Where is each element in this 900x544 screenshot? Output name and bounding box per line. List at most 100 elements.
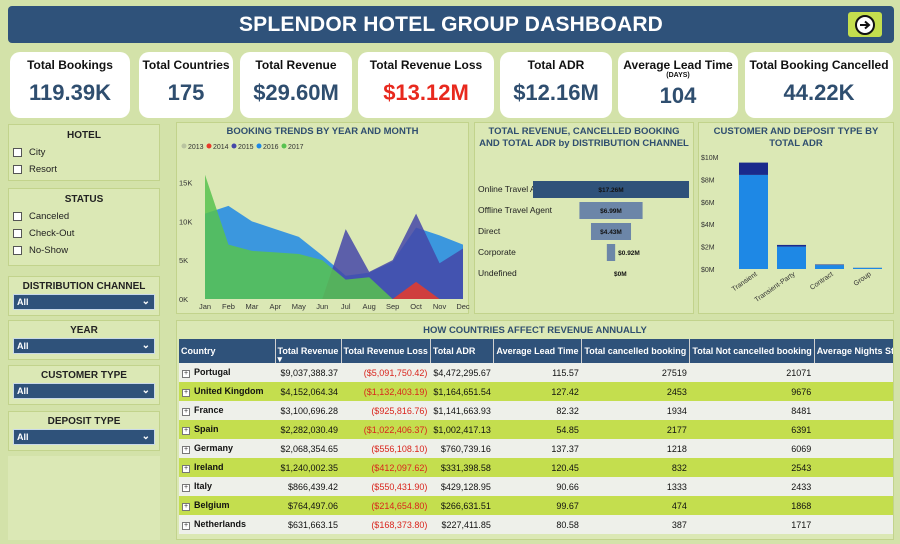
y-tick-label: $0M bbox=[701, 267, 715, 274]
slicer-title: STATUS bbox=[64, 194, 104, 205]
table-cell bbox=[814, 458, 893, 477]
checkbox-icon[interactable] bbox=[13, 165, 22, 174]
slicer-option-no-show[interactable]: No-Show bbox=[13, 245, 159, 256]
table-row[interactable]: + Belgium $764,497.06 ($214,654.80) $266,631… bbox=[179, 496, 893, 515]
column-header[interactable]: Total ADR bbox=[430, 339, 495, 363]
kpi-total-countries: Total Countries 175 bbox=[139, 52, 233, 118]
kpi-sublabel: (DAYS) bbox=[666, 72, 690, 79]
deposit-type-slicer: DEPOSIT TYPE All ⌄ bbox=[8, 411, 160, 451]
slicer-option-city[interactable]: City bbox=[13, 147, 159, 158]
column-header[interactable]: Total Revenue Loss bbox=[341, 339, 431, 363]
table-row[interactable]: + Ireland $1,240,002.35 ($412,097.62) $331,3… bbox=[179, 458, 893, 477]
deposit-type-dropdown[interactable]: All ⌄ bbox=[13, 429, 155, 445]
expand-icon[interactable]: + bbox=[182, 446, 190, 454]
kpi-label: Total Revenue bbox=[255, 58, 337, 72]
option-label: No-Show bbox=[29, 245, 69, 256]
kpi-total-revenue: Total Revenue $29.60M bbox=[240, 52, 352, 118]
table-row[interactable]: + Italy $866,439.42 ($550,431.90) $429,128.9… bbox=[179, 477, 893, 496]
expand-icon[interactable]: + bbox=[182, 522, 190, 530]
table-cell: $227,411.85 bbox=[430, 515, 494, 534]
expand-icon[interactable]: + bbox=[182, 408, 190, 416]
expand-icon[interactable]: + bbox=[182, 465, 190, 473]
checkbox-icon[interactable] bbox=[13, 148, 22, 157]
y-tick-label: $6M bbox=[701, 200, 715, 207]
bar-segment bbox=[853, 267, 882, 269]
x-tick-label: Feb bbox=[222, 302, 235, 311]
x-tick-label: Jan bbox=[199, 302, 211, 311]
table-row[interactable]: + Portugal $9,037,388.37 ($5,091,750.42) $4,… bbox=[179, 363, 893, 382]
dropdown-value: All bbox=[17, 386, 29, 396]
category-label: Corporate bbox=[478, 247, 516, 257]
table-row[interactable]: + France $3,100,696.28 ($925,816.76) $1,141,… bbox=[179, 401, 893, 420]
table-cell: ($925,816.76) bbox=[341, 401, 431, 420]
country-cell: + Belgium bbox=[179, 496, 275, 515]
country-name: Belgium bbox=[194, 500, 230, 510]
table-cell: ($556,108.10) bbox=[341, 439, 431, 458]
x-tick-label: Contract bbox=[809, 271, 835, 292]
dashboard-header: SPLENDOR HOTEL GROUP DASHBOARD bbox=[8, 6, 894, 43]
table-cell: $2,282,030.49 bbox=[275, 420, 341, 439]
checkbox-icon[interactable] bbox=[13, 212, 22, 221]
kpi-label: Total Revenue Loss bbox=[369, 58, 483, 72]
x-tick-label: Aug bbox=[363, 302, 376, 311]
checkbox-icon[interactable] bbox=[13, 229, 22, 238]
column-header[interactable]: Total cancelled booking bbox=[581, 339, 691, 363]
table-cell bbox=[814, 515, 893, 534]
table-cell: 1218 bbox=[581, 439, 690, 458]
kpi-total-bookings: Total Bookings 119.39K bbox=[10, 52, 130, 118]
expand-icon[interactable]: + bbox=[182, 484, 190, 492]
country-cell: + Italy bbox=[179, 477, 275, 496]
year-dropdown[interactable]: All ⌄ bbox=[13, 338, 155, 354]
status-slicer: STATUS Canceled Check-Out No-Show bbox=[8, 188, 160, 266]
y-tick-label: $2M bbox=[701, 245, 715, 252]
expand-icon[interactable]: + bbox=[182, 370, 190, 378]
table-cell: 137.37 bbox=[493, 439, 582, 458]
distribution-channel-dropdown[interactable]: All ⌄ bbox=[13, 294, 155, 310]
kpi-value: $12.16M bbox=[513, 80, 599, 105]
customer-type-chart: CUSTOMER AND DEPOSIT TYPE BY TOTAL ADR $… bbox=[698, 122, 894, 314]
table-cell: 21071 bbox=[689, 363, 815, 382]
table-cell: 1717 bbox=[689, 515, 815, 534]
legend-marker bbox=[231, 143, 237, 149]
dropdown-value: All bbox=[17, 341, 29, 351]
column-header[interactable]: Average Lead Time bbox=[493, 339, 583, 363]
table-cell: ($550,431.90) bbox=[341, 477, 431, 496]
country-revenue-table-panel: HOW COUNTRIES AFFECT REVENUE ANNUALLY Co… bbox=[176, 320, 894, 540]
table-cell: 387 bbox=[581, 515, 690, 534]
country-cell: + Germany bbox=[179, 439, 275, 458]
table-row[interactable]: + United Kingdom $4,152,064.34 ($1,132,403.… bbox=[179, 382, 893, 401]
x-tick-label: Jun bbox=[316, 302, 328, 311]
column-header[interactable]: Total Revenue ▾ bbox=[275, 339, 342, 364]
column-header[interactable]: Average Nights Sta bbox=[814, 339, 893, 363]
expand-icon[interactable]: + bbox=[182, 389, 190, 397]
next-page-button[interactable] bbox=[848, 12, 882, 37]
table-cell: ($5,091,750.42) bbox=[341, 363, 431, 382]
table-cell: 1934 bbox=[581, 401, 690, 420]
table-row[interactable]: + Netherlands $631,663.15 ($168,373.80) $227… bbox=[179, 515, 893, 534]
table-row[interactable]: + Spain $2,282,030.49 ($1,022,406.37) $1,002… bbox=[179, 420, 893, 439]
table-cell: $866,439.42 bbox=[275, 477, 341, 496]
expand-icon[interactable]: + bbox=[182, 503, 190, 511]
dropdown-value: All bbox=[17, 297, 29, 307]
slicer-option-check-out[interactable]: Check-Out bbox=[13, 228, 159, 239]
country-name: Ireland bbox=[194, 462, 224, 472]
x-tick-label: Mar bbox=[245, 302, 258, 311]
column-header[interactable]: Country bbox=[179, 339, 276, 363]
slicer-option-canceled[interactable]: Canceled bbox=[13, 211, 159, 222]
column-header[interactable]: Total Not cancelled booking bbox=[689, 339, 815, 363]
data-label: $0M bbox=[614, 271, 627, 278]
country-name: Spain bbox=[194, 424, 219, 434]
slicer-option-resort[interactable]: Resort bbox=[13, 164, 159, 175]
legend-marker bbox=[256, 143, 262, 149]
bar-segment bbox=[777, 246, 806, 269]
checkbox-icon[interactable] bbox=[13, 246, 22, 255]
customer-type-svg: $10M $8M $6M $4M $2M $0M TransientTransient-Pa… bbox=[701, 155, 882, 304]
table-row[interactable]: + Germany $2,068,354.65 ($556,108.10) $760,7… bbox=[179, 439, 893, 458]
country-name: Germany bbox=[194, 443, 234, 453]
customer-type-dropdown[interactable]: All ⌄ bbox=[13, 383, 155, 399]
table-cell: 127.42 bbox=[493, 382, 582, 401]
data-label: $6.99M bbox=[600, 208, 622, 215]
table-cell bbox=[814, 382, 893, 401]
expand-icon[interactable]: + bbox=[182, 427, 190, 435]
country-cell: + France bbox=[179, 401, 275, 420]
